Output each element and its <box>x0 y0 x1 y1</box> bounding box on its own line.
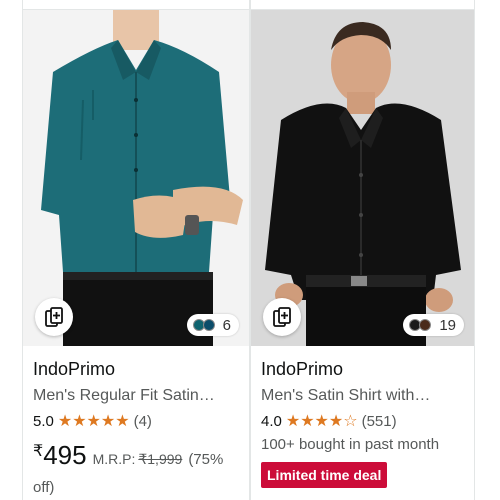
product-info: IndoPrimo Men's Regular Fit Satin… 5.0 ★… <box>33 356 243 496</box>
product-card[interactable]: 19 IndoPrimo Men's Satin Shirt with… 4.0… <box>250 10 475 500</box>
compare-cards-icon <box>271 306 293 328</box>
bought-count: 100+ bought in past month <box>261 436 440 453</box>
brand-name[interactable]: IndoPrimo <box>33 356 243 382</box>
swatch-count: 19 <box>439 316 456 334</box>
product-card[interactable]: 6 IndoPrimo Men's Regular Fit Satin… 5.0… <box>22 10 250 500</box>
product-title[interactable]: Men's Satin Shirt with… <box>261 384 468 408</box>
color-dot <box>202 319 215 331</box>
compare-button[interactable] <box>35 298 73 336</box>
black-shirt-illustration <box>251 10 474 346</box>
previous-card-edge-right <box>250 0 475 10</box>
rating-row[interactable]: 5.0 ★★★★★ (4) <box>33 410 243 434</box>
review-count: (4) <box>133 413 152 430</box>
price: 495 <box>43 440 87 470</box>
color-dot <box>419 319 432 331</box>
product-image[interactable]: 19 <box>251 10 474 346</box>
star-rating-icon: ★★★★★ <box>57 413 130 430</box>
previous-row-edge <box>0 0 500 10</box>
brand-name[interactable]: IndoPrimo <box>261 356 468 382</box>
price-row: ₹ 495 M.R.P: ₹1,999 (75% off) <box>33 440 243 496</box>
color-swatches[interactable]: 19 <box>403 314 464 336</box>
star-rating-icon: ★★★★☆ <box>285 413 358 430</box>
deal-badge: Limited time deal <box>261 462 388 488</box>
product-image[interactable]: 6 <box>23 10 249 346</box>
teal-shirt-illustration <box>23 10 249 346</box>
color-swatches[interactable]: 6 <box>186 314 239 336</box>
rating-value: 4.0 <box>261 413 282 430</box>
product-title[interactable]: Men's Regular Fit Satin… <box>33 384 243 408</box>
rating-row[interactable]: 4.0 ★★★★☆ (551) <box>261 410 468 434</box>
product-info: IndoPrimo Men's Satin Shirt with… 4.0 ★★… <box>261 356 468 488</box>
discount: (75% <box>188 451 224 468</box>
rating-value: 5.0 <box>33 413 54 430</box>
compare-button[interactable] <box>263 298 301 336</box>
compare-cards-icon <box>43 306 65 328</box>
previous-card-edge-left <box>22 0 250 10</box>
swatch-count: 6 <box>222 316 231 334</box>
mrp-value: ₹1,999 <box>138 451 183 467</box>
mrp-label: M.R.P: <box>92 451 136 467</box>
discount-continued: off) <box>33 479 55 496</box>
currency-symbol: ₹ <box>33 443 44 460</box>
review-count: (551) <box>361 413 397 430</box>
